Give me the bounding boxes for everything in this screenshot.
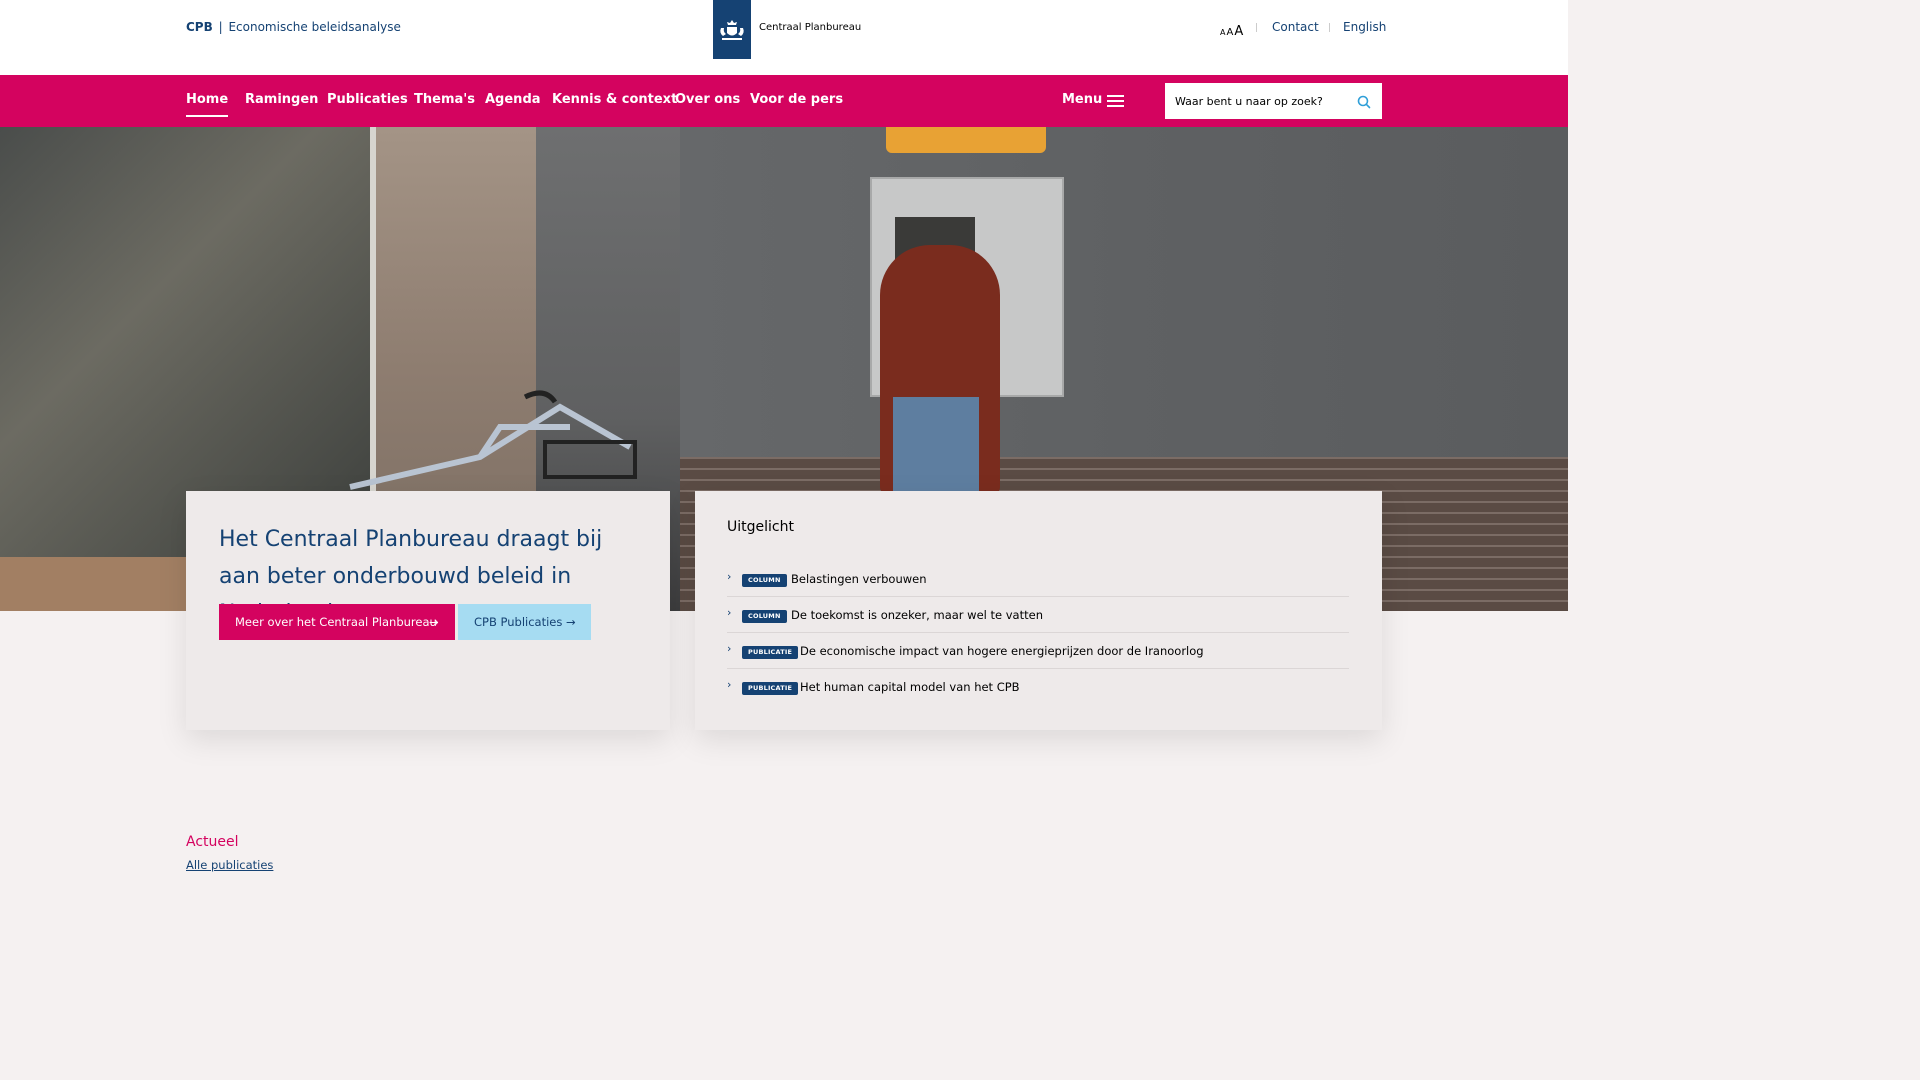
featured-item-title: De economische impact van hogere energie…: [800, 644, 1204, 658]
language-link[interactable]: English: [1343, 20, 1386, 34]
hero-lamp: [886, 127, 1046, 153]
search-box: [1165, 83, 1382, 119]
main-nav: Home Ramingen Publicaties Thema's Agenda…: [0, 75, 1568, 127]
nav-item-kennis-context[interactable]: Kennis & context: [552, 92, 677, 107]
font-size-switcher: AAA: [1220, 20, 1244, 39]
chevron-right-icon: ›: [727, 678, 732, 691]
featured-tag: COLUMN: [742, 574, 787, 587]
about-cpb-button[interactable]: Meer over het Centraal Planbureau →: [219, 604, 455, 640]
search-input[interactable]: [1175, 91, 1345, 111]
featured-title: Uitgelicht: [727, 519, 794, 535]
featured-item-title: Belastingen verbouwen: [791, 572, 927, 586]
brand-tagline: Economische beleidsanalyse: [228, 20, 401, 34]
featured-item[interactable]: › PUBLICATIE De economische impact van h…: [727, 632, 1349, 669]
nav-item-ramingen[interactable]: Ramingen: [245, 92, 318, 107]
news-section-title: Actueel: [186, 834, 239, 850]
about-cpb-button-label: Meer over het Centraal Planbureau: [235, 615, 437, 629]
featured-item[interactable]: › COLUMN De toekomst is onzeker, maar we…: [727, 596, 1349, 633]
featured-item-title: Het human capital model van het CPB: [800, 680, 1020, 694]
all-publications-link[interactable]: Alle publicaties: [186, 858, 273, 872]
font-size-large-button[interactable]: A: [1234, 24, 1243, 39]
hero-person-jeans: [893, 397, 979, 497]
divider: [1329, 23, 1330, 32]
contact-link[interactable]: Contact: [1272, 20, 1319, 34]
brand-separator: |: [218, 20, 223, 34]
chevron-right-icon: ›: [727, 570, 732, 583]
nav-item-themas[interactable]: Thema's: [414, 92, 475, 107]
chevron-right-icon: ›: [727, 606, 732, 619]
nav-item-home[interactable]: Home: [186, 92, 229, 117]
arrow-right-icon: →: [429, 615, 439, 629]
chevron-right-icon: ›: [727, 642, 732, 655]
menu-button[interactable]: Menu: [1062, 92, 1102, 107]
featured-item[interactable]: › COLUMN Belastingen verbouwen: [727, 560, 1349, 597]
featured-item-title: De toekomst is onzeker, maar wel te vatt…: [791, 608, 1043, 622]
cpb-publicaties-button[interactable]: CPB Publicaties →: [458, 604, 591, 640]
cpb-publicaties-button-label: CPB Publicaties: [474, 615, 563, 629]
site-brand-link[interactable]: CPB | Economische beleidsanalyse: [186, 20, 401, 34]
arrow-right-icon: →: [566, 615, 576, 629]
nav-item-voor-de-pers[interactable]: Voor de pers: [750, 92, 843, 107]
featured-item[interactable]: › PUBLICATIE Het human capital model van…: [727, 668, 1349, 704]
logo-text: Centraal Planbureau: [759, 22, 862, 33]
nav-item-over-ons[interactable]: Over ons: [675, 92, 740, 107]
brand-short: CPB: [186, 20, 213, 34]
featured-tag: PUBLICATIE: [742, 682, 799, 695]
font-size-medium-button[interactable]: A: [1226, 27, 1233, 38]
nav-item-agenda[interactable]: Agenda: [485, 92, 541, 107]
hamburger-menu-icon[interactable]: [1107, 95, 1124, 110]
hero-bicycle: [349, 390, 637, 490]
nav-item-publicaties[interactable]: Publicaties: [327, 92, 408, 107]
search-icon[interactable]: [1356, 94, 1372, 110]
featured-tag: COLUMN: [742, 610, 787, 623]
divider: [1256, 23, 1257, 32]
featured-tag: PUBLICATIE: [742, 646, 799, 659]
crest-logo-icon[interactable]: [713, 0, 751, 59]
font-size-small-button[interactable]: A: [1220, 28, 1225, 37]
top-bar: CPB | Economische beleidsanalyse Centraa…: [0, 0, 1568, 75]
